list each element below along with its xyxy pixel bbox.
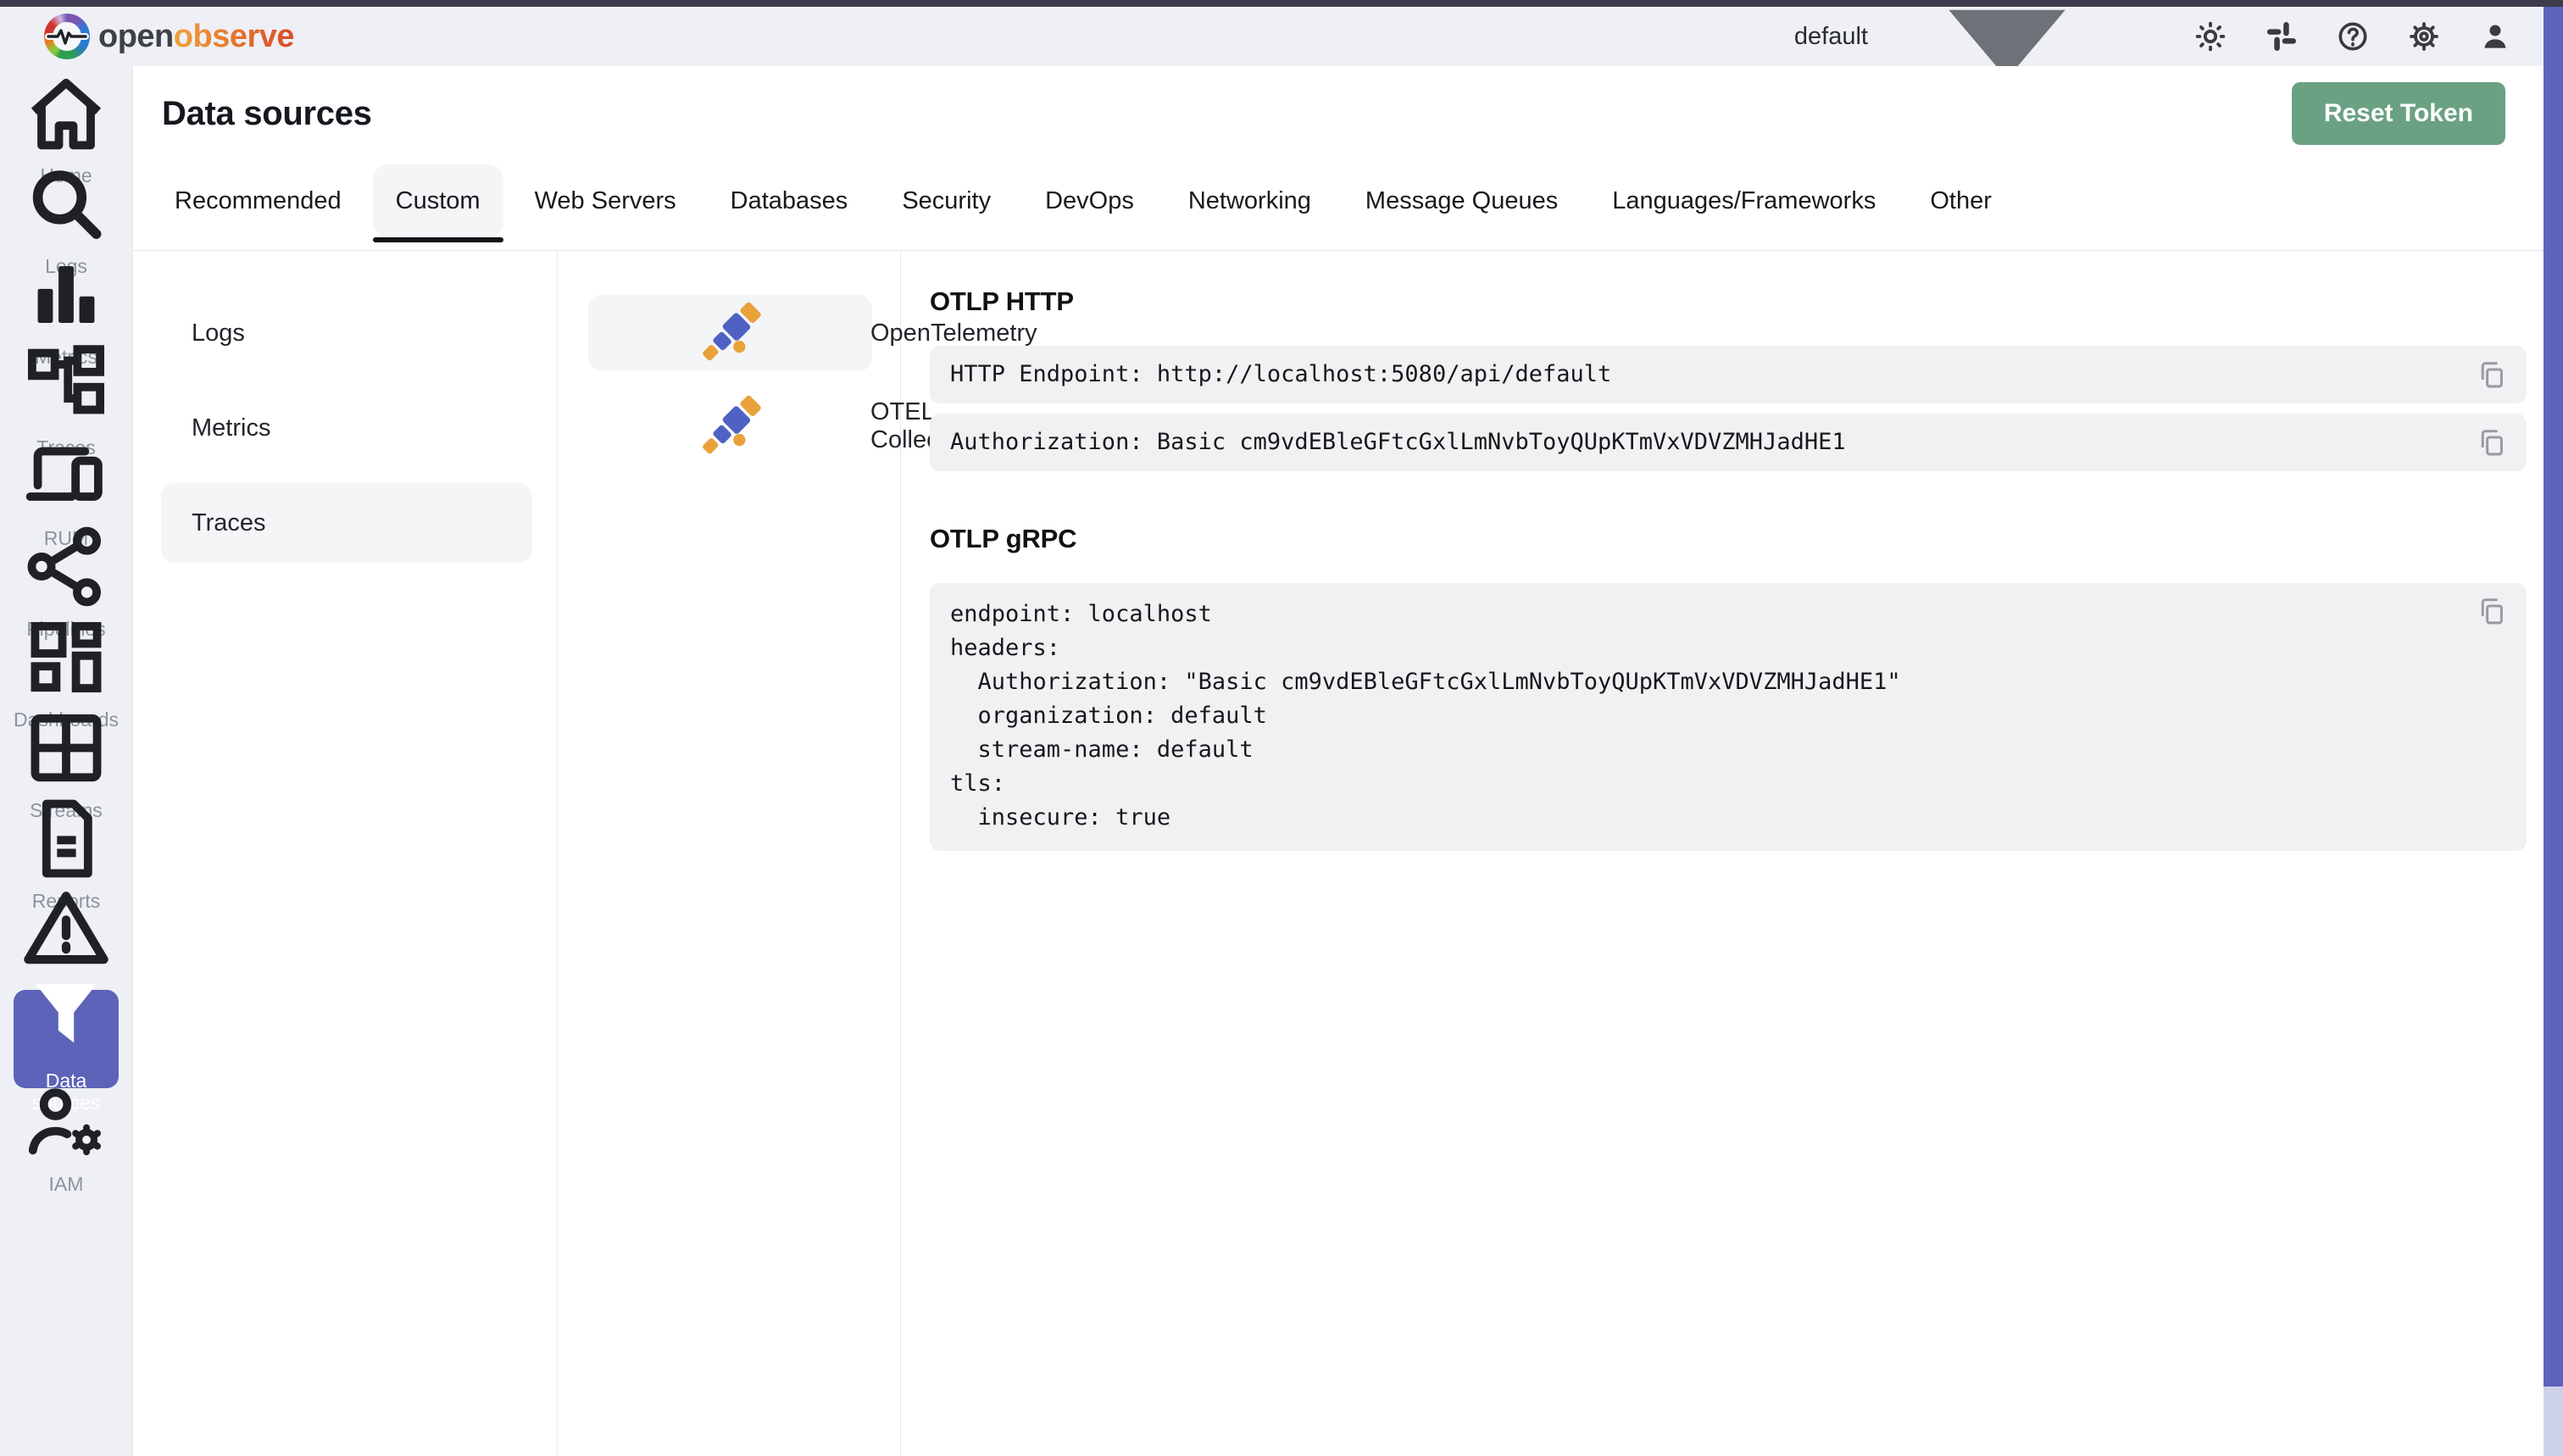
panels: Logs Metrics Traces OpenTelemetry OTEL Coll… — [133, 251, 2544, 1456]
theme-light-icon — [2193, 19, 2227, 53]
help-icon — [2336, 19, 2370, 53]
tab-databases[interactable]: Databases — [708, 164, 871, 237]
source-list: OpenTelemetry OTEL Collector — [558, 251, 901, 1456]
appbar-action-help[interactable] — [2336, 19, 2370, 53]
section-heading: OTLP HTTP — [930, 286, 2527, 317]
logo-text-open: open — [98, 19, 174, 54]
main-content: Data sources Reset Token RecommendedCust… — [133, 66, 2544, 1456]
streams-icon — [0, 703, 132, 793]
source-otel-collector[interactable]: OTEL Collector — [588, 388, 872, 464]
org-selector-value: default — [1794, 23, 1868, 51]
slack-icon — [2265, 19, 2299, 53]
config-panel: OTLP HTTP HTTP Endpoint: http://localhost… — [901, 251, 2544, 1456]
ingest-type-traces[interactable]: Traces — [161, 483, 532, 563]
appbar-action-slack[interactable] — [2265, 19, 2299, 53]
home-icon — [0, 68, 132, 158]
tab-web-servers[interactable]: Web Servers — [512, 164, 699, 237]
category-tabs: RecommendedCustomWeb ServersDatabasesSec… — [133, 161, 2544, 251]
copy-button[interactable] — [2476, 358, 2508, 391]
alerts-icon — [0, 884, 132, 975]
page-scrollbar[interactable] — [2544, 7, 2563, 1456]
tab-devops[interactable]: DevOps — [1022, 164, 1157, 237]
rum-icon — [0, 431, 132, 521]
sidebar: HomeLogsMetricsTracesRUMPipelinesDashboa… — [0, 66, 133, 1456]
code-text: endpoint: localhost headers: Authorizati… — [950, 597, 2450, 835]
opentelemetry-logo-icon — [609, 388, 852, 464]
code-text: HTTP Endpoint: http://localhost:5080/api… — [950, 358, 1611, 392]
search-icon — [0, 158, 132, 249]
pipelines-icon — [0, 521, 132, 612]
metrics-icon — [0, 249, 132, 340]
ingest-type-logs[interactable]: Logs — [161, 293, 532, 373]
code-block: Authorization: Basic cm9vdEBleGFtcGxlLmN… — [930, 414, 2527, 471]
tab-message-queues[interactable]: Message Queues — [1343, 164, 1581, 237]
section-gap — [930, 481, 2527, 524]
sidebar-item-data-sources[interactable]: Data sources — [14, 990, 119, 1088]
opentelemetry-logo-icon — [609, 295, 852, 371]
code-block: endpoint: localhost headers: Authorizati… — [930, 583, 2527, 851]
appbar-action-account[interactable] — [2478, 19, 2512, 53]
ingest-type-list: Logs Metrics Traces — [133, 251, 558, 1456]
dashboards-icon — [0, 612, 132, 703]
scrollbar-thumb[interactable] — [2544, 7, 2563, 1387]
copy-button[interactable] — [2476, 595, 2508, 627]
logo-ring-icon — [44, 14, 90, 59]
tab-recommended[interactable]: Recommended — [152, 164, 364, 237]
app-header: openobserve default — [0, 7, 2563, 66]
code-text: Authorization: Basic cm9vdEBleGFtcGxlLmN… — [950, 425, 1846, 459]
source-opentelemetry[interactable]: OpenTelemetry — [588, 295, 872, 371]
reports-icon — [0, 793, 132, 884]
copy-icon — [2476, 426, 2508, 458]
funnel-icon — [14, 965, 119, 1064]
iam-icon — [0, 1076, 132, 1167]
reset-token-button[interactable]: Reset Token — [2292, 82, 2505, 145]
page-title: Data sources — [162, 95, 372, 133]
copy-icon — [2476, 358, 2508, 391]
ingest-type-metrics[interactable]: Metrics — [161, 388, 532, 468]
sidebar-item-iam[interactable]: IAM — [0, 1090, 132, 1181]
sidebar-item-label: IAM — [49, 1173, 84, 1195]
tab-custom[interactable]: Custom — [373, 164, 503, 237]
section-heading: OTLP gRPC — [930, 524, 2527, 554]
appbar-action-settings[interactable] — [2407, 19, 2441, 53]
tab-other[interactable]: Other — [1907, 164, 2015, 237]
appbar-action-theme-light[interactable] — [2193, 19, 2227, 53]
logo-text-observe: observe — [174, 19, 294, 54]
tab-networking[interactable]: Networking — [1165, 164, 1334, 237]
copy-icon — [2476, 595, 2508, 627]
tab-security[interactable]: Security — [879, 164, 1014, 237]
settings-icon — [2407, 19, 2441, 53]
account-icon — [2478, 19, 2512, 53]
traces-icon — [0, 340, 132, 431]
openobserve-logo: openobserve — [44, 14, 294, 59]
tab-languages-frameworks[interactable]: Languages/Frameworks — [1589, 164, 1899, 237]
code-block: HTTP Endpoint: http://localhost:5080/api… — [930, 346, 2527, 403]
title-row: Data sources Reset Token — [133, 66, 2544, 161]
copy-button[interactable] — [2476, 426, 2508, 458]
logo-wordmark: openobserve — [98, 19, 294, 55]
